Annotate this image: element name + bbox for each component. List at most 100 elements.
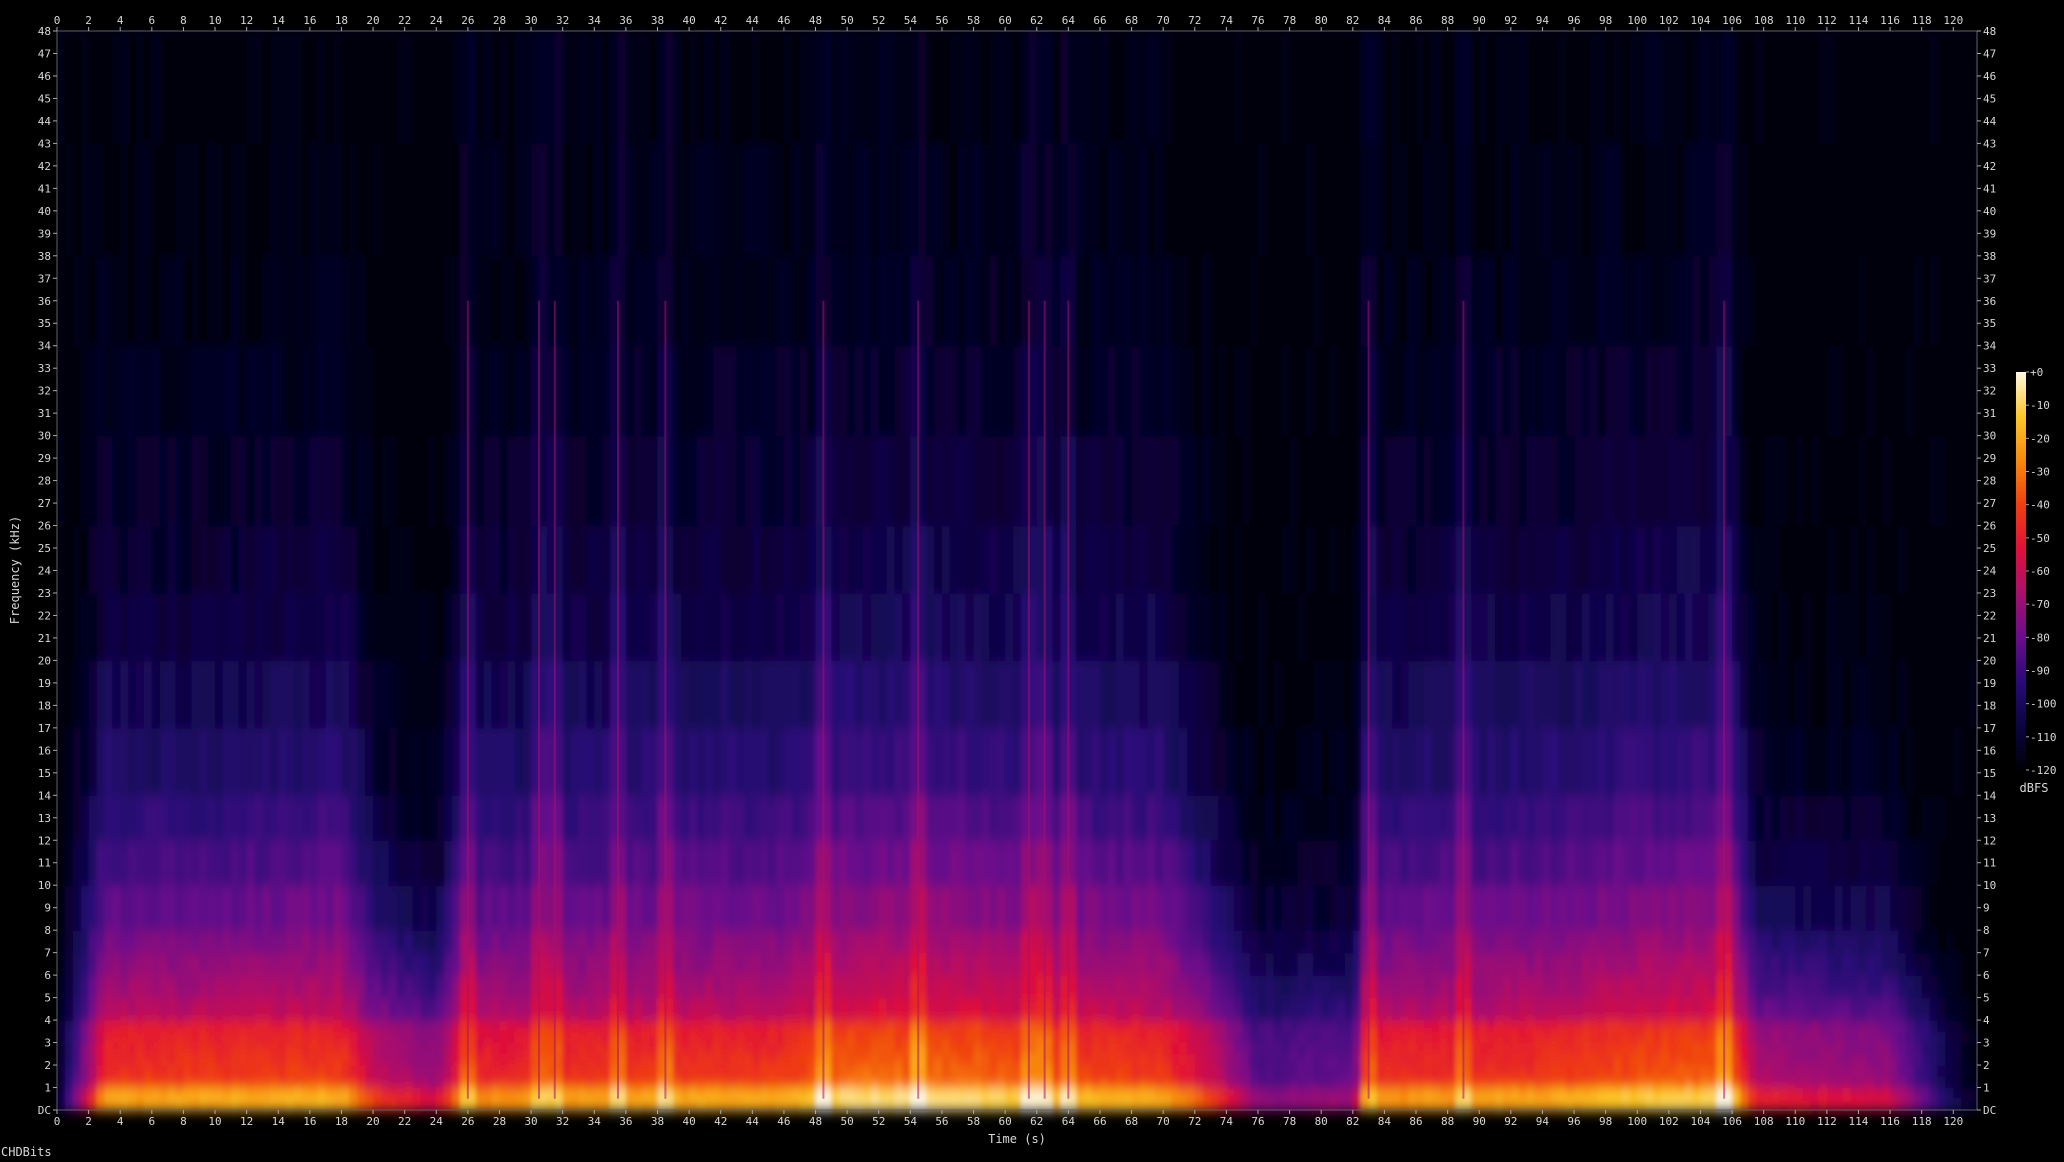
spectrogram-cell — [270, 1020, 279, 1032]
spectrogram-cell — [973, 1087, 983, 1098]
spectrogram-cell — [538, 840, 548, 886]
spectrogram-cell — [578, 885, 587, 931]
spectrogram-cell — [475, 885, 485, 931]
spectrogram-cell — [1281, 885, 1291, 931]
spectrogram-cell — [1305, 1076, 1314, 1089]
spectrogram-cell — [823, 435, 832, 527]
spectrogram-cell — [1423, 1087, 1433, 1098]
spectrogram-cell — [1447, 31, 1457, 144]
spectrogram-cell — [1384, 255, 1393, 347]
spectrogram-cell — [341, 1087, 350, 1098]
spectrogram-cell — [1076, 525, 1085, 594]
spectrogram-cell — [1463, 592, 1472, 662]
spectrogram-cell — [159, 1096, 169, 1104]
spectrogram-cell — [1558, 1065, 1567, 1077]
spectrogram-cell — [151, 31, 161, 144]
spectrogram-cell — [1273, 1087, 1283, 1098]
spectrogram-cell — [1257, 1096, 1267, 1104]
spectrogram-cell — [1305, 435, 1314, 527]
spectrogram-cell — [262, 1076, 271, 1089]
spectrogram-cell — [602, 885, 611, 931]
spectrogram-cell — [625, 795, 635, 841]
spectrogram-cell — [175, 840, 185, 886]
spectrogram-cell — [1107, 1087, 1117, 1098]
spectrogram-cell — [736, 660, 746, 729]
spectrogram-cell — [64, 840, 74, 886]
spectrogram-cell — [444, 1076, 453, 1089]
spectrogram-cell — [64, 930, 74, 954]
spectrogram-cell — [380, 930, 390, 954]
spectrogram-cell — [64, 592, 74, 662]
spectrogram-cell — [665, 1053, 674, 1066]
spectrogram-cell — [1084, 435, 1093, 527]
spectrogram-cell — [270, 1103, 279, 1111]
spectrogram-cell — [286, 1103, 295, 1111]
spectrogram-cell — [120, 660, 129, 729]
spectrogram-cell — [278, 1031, 287, 1044]
spectrogram-cell — [776, 1020, 785, 1032]
spectrogram-cell — [1013, 1103, 1022, 1111]
spectrogram-cell — [72, 727, 82, 796]
spectrogram-cell — [744, 345, 753, 437]
spectrogram-cell — [262, 930, 271, 954]
spectrogram-cell — [317, 930, 327, 954]
spectrogram-cell — [325, 1103, 335, 1111]
spectrogram-cell — [444, 930, 453, 954]
spectrogram-cell — [515, 1020, 524, 1032]
spectrogram-cell — [736, 997, 746, 1021]
spectrogram-cell — [1281, 592, 1291, 662]
spectrogram-cell — [1028, 997, 1038, 1021]
spectrogram-cell — [452, 345, 461, 437]
spectrogram-cell — [1013, 1042, 1022, 1055]
spectrogram-cell — [428, 1076, 437, 1089]
spectrogram-cell — [373, 840, 382, 886]
spectrogram-cell — [728, 930, 738, 954]
spectrogram-cell — [1400, 1065, 1409, 1077]
spectrogram-cell — [404, 840, 414, 886]
spectrogram-cell — [665, 1065, 674, 1077]
spectrogram-cell — [467, 1076, 477, 1089]
spectrogram-cell — [602, 31, 611, 144]
spectrogram-cell — [1297, 255, 1306, 347]
spectrogram-cell — [886, 143, 896, 257]
spectrogram-cell — [491, 930, 501, 954]
spectrogram-cell — [475, 1042, 485, 1055]
spectrogram-cell — [1147, 345, 1156, 437]
spectrogram-cell — [404, 975, 414, 999]
spectrogram-cell — [333, 525, 343, 594]
spectrogram-cell — [1368, 975, 1378, 999]
spectrogram-cell — [143, 345, 153, 437]
spectrogram-cell — [420, 840, 429, 886]
spectrogram-cell — [641, 1042, 651, 1055]
spectrogram-cell — [96, 795, 106, 841]
spectrogram-cell — [483, 885, 493, 931]
spectrogram-cell — [136, 1096, 145, 1104]
spectrogram-cell — [941, 840, 951, 886]
spectrogram-cell — [1147, 1042, 1156, 1055]
spectrogram-cell — [1447, 795, 1457, 841]
spectrogram-cell — [697, 525, 706, 594]
spectrogram-cell — [839, 1096, 848, 1104]
spectrogram-cell — [515, 795, 524, 841]
spectrogram-cell — [823, 997, 832, 1021]
spectrogram-cell — [159, 1076, 169, 1089]
spectrogram-cell — [855, 660, 864, 729]
spectrogram-cell — [230, 31, 240, 144]
spectrogram-cell — [957, 1076, 967, 1089]
spectrogram-cell — [1392, 952, 1401, 976]
spectrogram-cell — [1621, 592, 1630, 662]
spectrogram-cell — [112, 143, 121, 257]
spectrogram-cell — [167, 840, 177, 886]
spectrogram-cell — [159, 255, 169, 347]
spectrogram-cell — [1550, 952, 1559, 976]
spectrogram-cell — [1234, 1096, 1243, 1104]
spectrogram-cell — [1368, 525, 1378, 594]
spectrogram-cell — [1155, 840, 1164, 886]
spectrogram-cell — [1186, 1087, 1196, 1098]
spectrogram-cell — [1542, 1096, 1551, 1104]
spectrogram-cell — [1044, 1020, 1054, 1032]
spectrogram-cell — [1352, 1065, 1362, 1077]
spectrogram-cell — [570, 885, 580, 931]
spectrogram-cell — [325, 885, 335, 931]
spectrogram-cell — [1471, 727, 1480, 796]
